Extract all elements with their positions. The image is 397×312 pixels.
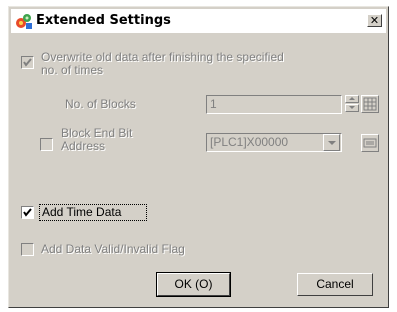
check-icon xyxy=(23,58,32,67)
extended-settings-dialog: Extended Settings ✕ Overwrite old data a… xyxy=(8,6,389,308)
address-input-button[interactable] xyxy=(361,134,379,152)
arrow-up-icon xyxy=(349,97,355,100)
chevron-down-icon xyxy=(328,141,336,145)
settings-app-icon xyxy=(15,12,33,30)
close-button[interactable]: ✕ xyxy=(367,14,382,27)
add-time-checkbox[interactable] xyxy=(21,206,34,219)
add-time-label[interactable]: Add Time Data xyxy=(42,206,121,219)
arrow-down-icon xyxy=(349,106,355,109)
ok-button[interactable]: OK (O) xyxy=(156,272,231,297)
add-flag-checkbox[interactable] xyxy=(21,243,34,256)
blocks-label: No. of Blocks xyxy=(65,97,136,111)
spin-down-button[interactable] xyxy=(345,104,359,112)
block-end-address-select[interactable]: [PLC1]X00000 xyxy=(206,133,342,152)
title-bar[interactable]: Extended Settings ✕ xyxy=(11,9,386,33)
spin-up-button[interactable] xyxy=(345,95,359,103)
check-icon xyxy=(23,208,32,217)
blocks-input[interactable]: 1 xyxy=(206,95,342,114)
dropdown-button[interactable] xyxy=(323,134,340,151)
block-end-label-line2: Address xyxy=(61,139,106,153)
cancel-button[interactable]: Cancel xyxy=(297,273,373,296)
ok-button-label: OK (O) xyxy=(174,277,213,291)
overwrite-checkbox[interactable] xyxy=(21,56,34,69)
overwrite-label-line2: no. of times xyxy=(41,63,104,77)
add-flag-label: Add Data Valid/Invalid Flag xyxy=(41,242,185,256)
cancel-button-label: Cancel xyxy=(316,277,354,291)
keyboard-icon xyxy=(363,138,377,148)
block-end-checkbox[interactable] xyxy=(40,138,53,151)
keypad-icon xyxy=(363,97,377,111)
keypad-button[interactable] xyxy=(361,95,379,113)
dialog-title: Extended Settings xyxy=(36,13,171,28)
